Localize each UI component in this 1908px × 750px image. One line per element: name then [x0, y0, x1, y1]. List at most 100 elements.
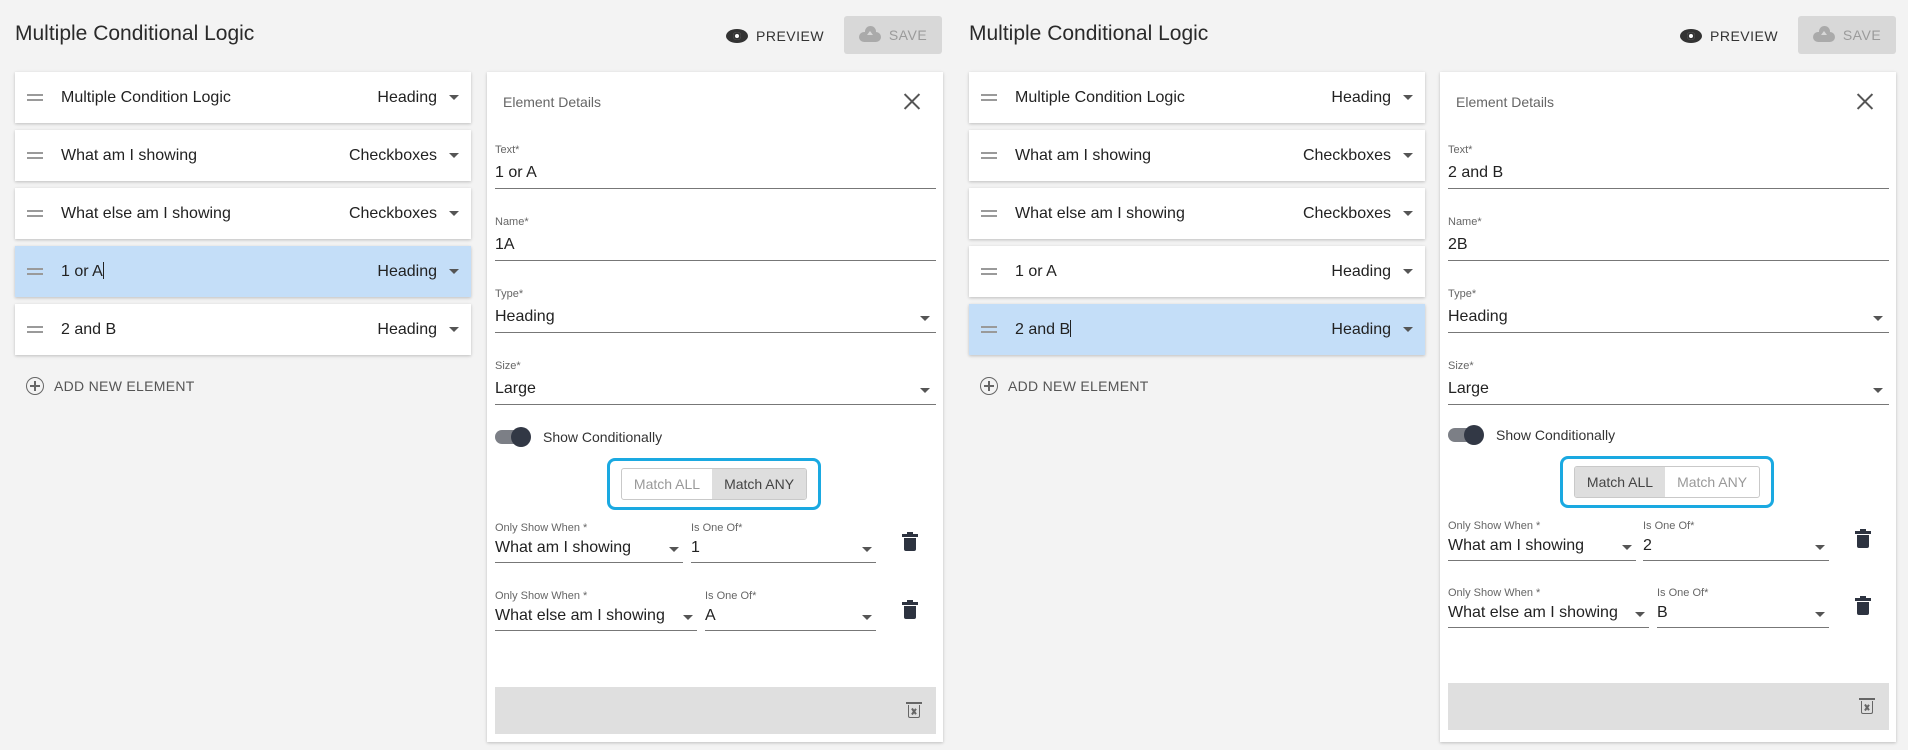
drag-handle-icon[interactable] [981, 268, 997, 275]
size-select[interactable]: Size* Large [1448, 360, 1889, 405]
element-row[interactable]: What else am I showing Checkboxes [969, 188, 1425, 239]
name-field-value[interactable]: 1A [495, 236, 515, 254]
trash-icon[interactable] [1855, 596, 1871, 615]
element-type[interactable]: Heading [377, 263, 437, 281]
condition-when-select[interactable]: Only Show When * What am I showing [495, 522, 683, 563]
condition-when-value[interactable]: What am I showing [1448, 537, 1584, 555]
condition-oneof-value[interactable]: 1 [691, 539, 700, 557]
drag-handle-icon[interactable] [27, 94, 43, 101]
chevron-down-icon[interactable] [449, 269, 459, 274]
condition-oneof-select[interactable]: Is One Of* 2 [1643, 520, 1829, 561]
chevron-down-icon[interactable] [683, 615, 693, 620]
chevron-down-icon[interactable] [1873, 388, 1883, 393]
preview-button[interactable]: PREVIEW [1680, 24, 1778, 48]
element-row-selected[interactable]: 2 and B Heading [969, 304, 1425, 355]
size-select-value[interactable]: Large [1448, 380, 1489, 398]
trash-icon[interactable] [902, 600, 918, 619]
match-all-button[interactable]: Match ALL [1574, 467, 1666, 497]
element-type[interactable]: Checkboxes [349, 205, 437, 223]
text-field[interactable]: Text* 1 or A [495, 144, 936, 189]
chevron-down-icon[interactable] [449, 327, 459, 332]
match-any-button[interactable]: Match ANY [712, 469, 807, 499]
element-row[interactable]: What am I showing Checkboxes [969, 130, 1425, 181]
element-row[interactable]: 2 and B Heading [15, 304, 471, 355]
element-type[interactable]: Checkboxes [1303, 205, 1391, 223]
text-field[interactable]: Text* 2 and B [1448, 144, 1889, 189]
element-type[interactable]: Heading [377, 89, 437, 107]
trash-icon[interactable] [1855, 529, 1871, 548]
chevron-down-icon[interactable] [1873, 316, 1883, 321]
element-type[interactable]: Heading [1331, 263, 1391, 281]
element-type[interactable]: Checkboxes [349, 147, 437, 165]
drag-handle-icon[interactable] [27, 268, 43, 275]
chevron-down-icon[interactable] [449, 95, 459, 100]
name-field[interactable]: Name* 1A [495, 216, 936, 261]
chevron-down-icon[interactable] [449, 153, 459, 158]
chevron-down-icon[interactable] [1403, 211, 1413, 216]
element-type[interactable]: Checkboxes [1303, 147, 1391, 165]
element-type[interactable]: Heading [377, 321, 437, 339]
condition-when-value[interactable]: What else am I showing [495, 607, 665, 625]
chevron-down-icon[interactable] [862, 615, 872, 620]
preview-button[interactable]: PREVIEW [726, 24, 824, 48]
drag-handle-icon[interactable] [27, 326, 43, 333]
type-select[interactable]: Type* Heading [495, 288, 936, 333]
chevron-down-icon[interactable] [1635, 612, 1645, 617]
condition-oneof-select[interactable]: Is One Of* A [705, 590, 876, 631]
chevron-down-icon[interactable] [669, 547, 679, 552]
add-new-element-button[interactable]: ADD NEW ELEMENT [26, 377, 195, 395]
chevron-down-icon[interactable] [1403, 269, 1413, 274]
name-field[interactable]: Name* 2B [1448, 216, 1889, 261]
condition-when-select[interactable]: Only Show When * What am I showing [1448, 520, 1636, 561]
drag-handle-icon[interactable] [981, 210, 997, 217]
chevron-down-icon[interactable] [1403, 327, 1413, 332]
close-icon[interactable] [1856, 92, 1874, 110]
condition-oneof-value[interactable]: 2 [1643, 537, 1652, 555]
chevron-down-icon[interactable] [862, 547, 872, 552]
element-type[interactable]: Heading [1331, 321, 1391, 339]
show-conditionally-toggle[interactable] [1448, 425, 1484, 445]
size-select[interactable]: Size* Large [495, 360, 936, 405]
condition-when-value[interactable]: What am I showing [495, 539, 631, 557]
drag-handle-icon[interactable] [27, 152, 43, 159]
element-label-input[interactable]: 2 and B [1015, 320, 1331, 339]
element-row[interactable]: What else am I showing Checkboxes [15, 188, 471, 239]
element-row[interactable]: Multiple Condition Logic Heading [15, 72, 471, 123]
type-select-value[interactable]: Heading [1448, 308, 1508, 326]
drag-handle-icon[interactable] [981, 326, 997, 333]
text-field-value[interactable]: 2 and B [1448, 164, 1503, 182]
name-field-value[interactable]: 2B [1448, 236, 1468, 254]
condition-when-value[interactable]: What else am I showing [1448, 604, 1618, 622]
element-type[interactable]: Heading [1331, 89, 1391, 107]
chevron-down-icon[interactable] [920, 316, 930, 321]
type-select[interactable]: Type* Heading [1448, 288, 1889, 333]
condition-when-select[interactable]: Only Show When * What else am I showing [1448, 587, 1649, 628]
drag-handle-icon[interactable] [981, 94, 997, 101]
type-select-value[interactable]: Heading [495, 308, 555, 326]
add-new-element-button[interactable]: ADD NEW ELEMENT [980, 377, 1149, 395]
element-row[interactable]: What am I showing Checkboxes [15, 130, 471, 181]
chevron-down-icon[interactable] [1622, 545, 1632, 550]
condition-oneof-select[interactable]: Is One Of* 1 [691, 522, 876, 563]
condition-oneof-value[interactable]: A [705, 607, 716, 625]
chevron-down-icon[interactable] [1403, 153, 1413, 158]
condition-oneof-select[interactable]: Is One Of* B [1657, 587, 1829, 628]
condition-oneof-value[interactable]: B [1657, 604, 1668, 622]
size-select-value[interactable]: Large [495, 380, 536, 398]
match-mode-toggle[interactable]: Match ALL Match ANY [620, 468, 808, 500]
condition-when-select[interactable]: Only Show When * What else am I showing [495, 590, 697, 631]
show-conditionally-toggle[interactable] [495, 427, 531, 447]
text-field-value[interactable]: 1 or A [495, 164, 537, 182]
drag-handle-icon[interactable] [27, 210, 43, 217]
match-any-button[interactable]: Match ANY [1665, 467, 1759, 497]
chevron-down-icon[interactable] [449, 211, 459, 216]
save-button[interactable]: SAVE [1798, 16, 1896, 54]
element-label-input[interactable]: 1 or A [61, 262, 377, 281]
element-row-selected[interactable]: 1 or A Heading [15, 246, 471, 297]
element-row[interactable]: 1 or A Heading [969, 246, 1425, 297]
trash-icon[interactable] [902, 532, 918, 551]
trash-outline-icon[interactable] [906, 702, 922, 718]
drag-handle-icon[interactable] [981, 152, 997, 159]
chevron-down-icon[interactable] [1403, 95, 1413, 100]
chevron-down-icon[interactable] [1815, 612, 1825, 617]
